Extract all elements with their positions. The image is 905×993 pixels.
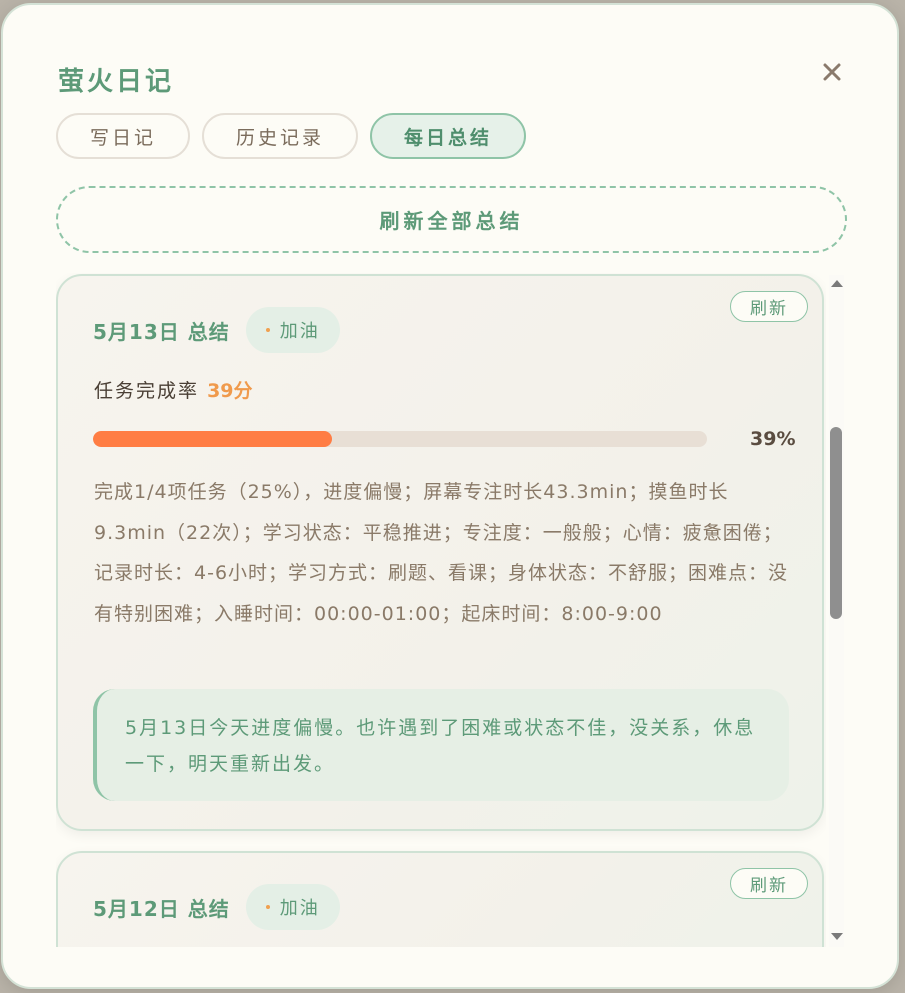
modal-title: 萤火日记 <box>58 67 175 97</box>
completion-rate-label: 任务完成率 <box>94 380 200 402</box>
completion-rate-score: 39分 <box>207 380 253 402</box>
tab-history[interactable]: 历史记录 <box>202 113 359 159</box>
status-badge: 加油 <box>245 307 340 353</box>
scrollbar[interactable] <box>829 275 844 947</box>
progress-bar-fill <box>93 431 333 447</box>
badge-dot-icon <box>265 905 270 909</box>
summary-card: 刷新 5月12日 总结 加油 <box>56 851 824 947</box>
scrollbar-thumb[interactable] <box>830 427 842 619</box>
diary-modal: 萤火日记 写日记 历史记录 每日总结 刷新全部总结 刷新 5月13日 总结 加油… <box>1 3 899 989</box>
card-date-title: 5月13日 总结 <box>93 319 230 344</box>
tab-write-diary[interactable]: 写日记 <box>56 113 191 159</box>
card-header: 5月12日 总结 加油 <box>93 884 340 930</box>
completion-rate: 任务完成率 39分 <box>94 376 253 403</box>
progress-bar <box>93 431 707 447</box>
refresh-all-button[interactable]: 刷新全部总结 <box>56 186 847 253</box>
badge-label: 加油 <box>279 898 320 919</box>
scroll-up-arrow-icon[interactable] <box>829 277 844 289</box>
progress-percent: 39% <box>750 428 796 450</box>
status-badge: 加油 <box>245 884 340 930</box>
tab-bar: 写日记 历史记录 每日总结 <box>56 113 527 159</box>
card-refresh-button[interactable]: 刷新 <box>730 868 808 899</box>
badge-label: 加油 <box>279 321 320 342</box>
summary-detail-text: 完成1/4项任务（25%），进度偏慢；屏幕专注时长43.3min；摸鱼时长9.3… <box>94 481 789 625</box>
summary-list: 刷新 5月13日 总结 加油 任务完成率 39分 39% 完成1/4项任务（25… <box>56 273 826 947</box>
summary-card: 刷新 5月13日 总结 加油 任务完成率 39分 39% 完成1/4项任务（25… <box>56 274 824 831</box>
card-header: 5月13日 总结 加油 <box>93 307 340 353</box>
encouragement-quote: 5月13日今天进度偏慢。也许遇到了困难或状态不佳，没关系，休息一下，明天重新出发… <box>93 689 789 801</box>
tab-daily-summary[interactable]: 每日总结 <box>370 113 527 159</box>
scroll-down-arrow-icon[interactable] <box>829 931 844 943</box>
badge-dot-icon <box>265 328 270 332</box>
card-date-title: 5月12日 总结 <box>93 896 230 921</box>
card-refresh-button[interactable]: 刷新 <box>730 291 808 322</box>
close-icon[interactable] <box>821 61 843 83</box>
